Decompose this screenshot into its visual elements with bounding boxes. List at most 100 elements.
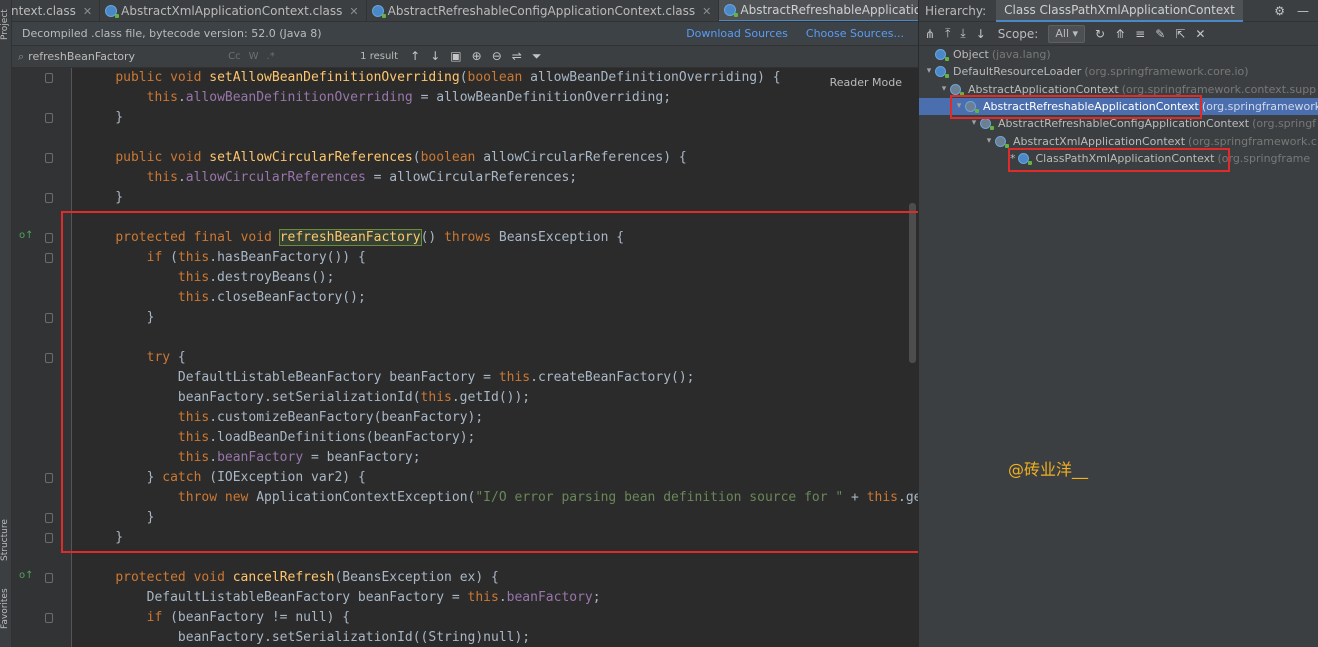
hierarchy-node[interactable]: ▾ DefaultResourceLoader (org.springframewo… xyxy=(919,63,1318,80)
override-marker-icon[interactable]: o↑ xyxy=(19,230,34,241)
previous-occurrence-icon[interactable]: ↑ xyxy=(410,49,420,64)
scope-dropdown[interactable]: All ▾ xyxy=(1048,24,1086,43)
hierarchy-node[interactable]: Object (java.lang) xyxy=(919,46,1318,63)
class-hierarchy-icon[interactable]: ⋔ xyxy=(925,27,935,41)
fold-icon[interactable] xyxy=(45,573,53,583)
gear-icon[interactable]: ⚙ xyxy=(1274,4,1285,18)
collapse-all-icon[interactable]: ≡ xyxy=(1135,27,1145,41)
search-nav-buttons: ↑ ↓ ▣ ⊕ ⊖ ⇌ ⏷ xyxy=(410,49,541,64)
code-line: public void setAllowCircularReferences(b… xyxy=(115,150,687,165)
tab-abstract-refreshable-application-context[interactable]: AbstractRefreshableApplicationContext.cl… xyxy=(719,0,918,21)
code-line: DefaultListableBeanFactory beanFactory =… xyxy=(84,590,601,605)
close-icon[interactable]: ✕ xyxy=(1195,27,1205,41)
export-icon[interactable]: ⇱ xyxy=(1175,27,1185,41)
find-bar: ⌕ refreshBeanFactory Cc W .* 1 result ↑ … xyxy=(12,46,918,68)
hierarchy-header: Hierarchy: Class ClassPathXmlApplication… xyxy=(919,0,1318,22)
choose-sources-link[interactable]: Choose Sources... xyxy=(806,27,904,40)
close-icon[interactable]: ✕ xyxy=(83,1,92,22)
tab-abstract-refreshable-config-application-context[interactable]: AbstractRefreshableConfigApplicationCont… xyxy=(367,0,720,22)
next-occurrence-icon[interactable]: ↓ xyxy=(430,49,440,64)
search-icon[interactable]: ⌕ xyxy=(18,50,24,64)
code-line: protected void cancelRefresh(BeansExcept… xyxy=(115,570,499,585)
reader-mode-button[interactable]: Reader Mode xyxy=(830,76,902,89)
select-all-occurrences-icon[interactable]: ▣ xyxy=(450,49,461,64)
tab-abstract-xml-application-context[interactable]: AbstractXmlApplicationContext.class ✕ xyxy=(100,0,367,22)
chevron-down-icon[interactable]: ▾ xyxy=(923,63,935,80)
class-icon xyxy=(105,5,120,18)
refresh-icon[interactable]: ↻ xyxy=(1095,27,1105,41)
decompiled-notice-text: Decompiled .class file, bytecode version… xyxy=(22,27,322,40)
tab-context-class[interactable]: ntext.class ✕ xyxy=(12,0,101,22)
fold-icon[interactable] xyxy=(45,513,53,523)
favorites-tool-button[interactable]: Favorites xyxy=(0,583,12,635)
search-input[interactable]: refreshBeanFactory xyxy=(28,50,228,63)
minimize-icon[interactable]: — xyxy=(1297,4,1309,18)
add-selection-icon[interactable]: ⊕ xyxy=(472,49,482,64)
fold-icon[interactable] xyxy=(45,73,53,83)
chevron-down-icon[interactable]: ▾ xyxy=(938,81,950,98)
hierarchy-toolbar: ⋔ ⤒ ⤓ ↓ Scope: All ▾ ↻ ⤊ ≡ ✎ ⇱ ✕ xyxy=(919,22,1318,46)
annotation-box-abstract-refreshable xyxy=(950,95,1202,119)
code-line: } xyxy=(84,110,124,125)
hierarchy-node-package: (java.lang) xyxy=(991,48,1051,61)
fold-icon[interactable] xyxy=(45,233,53,243)
regex-toggle[interactable]: .* xyxy=(267,51,275,62)
class-icon xyxy=(950,83,964,96)
annotation-box-refresh-bean-factory xyxy=(61,211,918,553)
code-line: } xyxy=(84,190,124,205)
hierarchy-node-package: (org.springframework.core.io) xyxy=(1084,65,1249,79)
hierarchy-node-name: AbstractXmlApplicationContext xyxy=(1013,134,1186,148)
editor-pane: ntext.class ✕ AbstractXmlApplicationCont… xyxy=(12,0,918,647)
override-marker-icon[interactable]: o↑ xyxy=(19,570,34,581)
subtypes-icon[interactable]: ⤓ xyxy=(960,26,965,41)
fold-icon[interactable] xyxy=(45,193,53,203)
hierarchy-node-name: Object xyxy=(953,48,989,61)
filter-icon[interactable]: ⏷ xyxy=(532,49,542,64)
hierarchy-node-package: (org.springframework.c xyxy=(1188,134,1317,148)
left-tool-strip: Project Structure Favorites xyxy=(0,0,12,647)
sort-alpha-icon[interactable]: ↓ xyxy=(976,27,986,41)
fold-icon[interactable] xyxy=(45,613,53,623)
close-icon[interactable]: ✕ xyxy=(349,1,358,22)
fold-icon[interactable] xyxy=(45,533,53,543)
watermark-text: @砖业洋__ xyxy=(1008,460,1089,479)
fold-icon[interactable] xyxy=(45,473,53,483)
scope-label: Scope: xyxy=(997,26,1039,41)
hierarchy-node[interactable]: ▾ AbstractXmlApplicationContext (org.sprin… xyxy=(919,133,1318,150)
hierarchy-tab[interactable]: Class ClassPathXmlApplicationContext xyxy=(996,0,1243,22)
fold-icon[interactable] xyxy=(45,113,53,123)
tab-label: AbstractRefreshableApplicationContext.cl… xyxy=(740,2,918,17)
hierarchy-node-package: (org.springframe xyxy=(1217,151,1311,165)
remove-selection-icon[interactable]: ⊖ xyxy=(492,49,502,64)
code-editor[interactable]: o↑ o↑ public void setAllowBeanDefinition… xyxy=(12,68,918,647)
fold-icon[interactable] xyxy=(45,253,53,263)
hierarchy-node-package: (org.springframework xyxy=(1201,99,1318,113)
pin-icon[interactable]: ✎ xyxy=(1155,27,1165,41)
decompiled-notice-bar: Decompiled .class file, bytecode version… xyxy=(12,22,918,46)
toggle-selection-icon[interactable]: ⇌ xyxy=(512,49,522,64)
project-tool-button[interactable]: Project xyxy=(0,2,12,48)
close-icon[interactable]: ✕ xyxy=(702,1,711,22)
code-line: this.allowBeanDefinitionOverriding = all… xyxy=(146,90,672,105)
class-icon xyxy=(935,49,949,61)
search-options: Cc W .* xyxy=(228,51,346,62)
code-line: this.allowCircularReferences = allowCirc… xyxy=(146,170,578,185)
chevron-down-icon[interactable]: ▾ xyxy=(983,133,995,150)
code-line: public void setAllowBeanDefinitionOverri… xyxy=(115,70,781,85)
match-case-toggle[interactable]: Cc xyxy=(228,51,240,62)
download-sources-link[interactable]: Download Sources xyxy=(686,27,788,40)
fold-icon[interactable] xyxy=(45,353,53,363)
scope-value: All xyxy=(1055,26,1069,40)
fold-icon[interactable] xyxy=(45,153,53,163)
fold-icon[interactable] xyxy=(45,313,53,323)
hierarchy-node-package: (org.springf xyxy=(1252,117,1317,131)
code-line: if (beanFactory != null) { xyxy=(146,610,351,625)
structure-tool-button[interactable]: Structure xyxy=(0,510,12,570)
tab-label: AbstractRefreshableConfigApplicationCont… xyxy=(387,3,696,18)
supertypes-icon[interactable]: ⤒ xyxy=(945,26,950,41)
tab-label: AbstractXmlApplicationContext.class xyxy=(121,3,343,18)
class-icon xyxy=(935,66,949,79)
editor-tabs: ntext.class ✕ AbstractXmlApplicationCont… xyxy=(12,0,918,22)
expand-all-icon[interactable]: ⤊ xyxy=(1115,27,1125,41)
whole-words-toggle[interactable]: W xyxy=(249,51,259,62)
